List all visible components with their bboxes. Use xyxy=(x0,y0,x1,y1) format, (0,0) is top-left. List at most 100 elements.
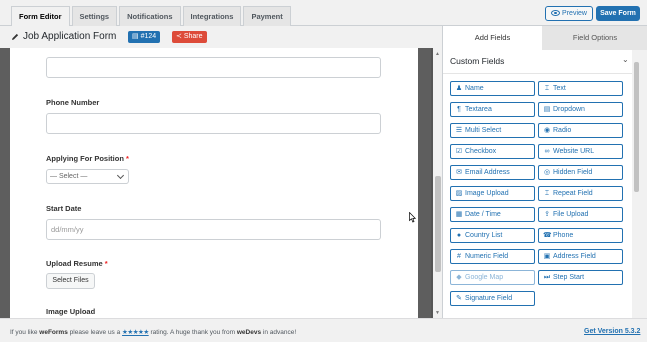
checkbox-icon: ☑ xyxy=(455,148,463,155)
map-marker-icon: ◆ xyxy=(456,274,462,281)
footer-prefix: If you like xyxy=(10,329,38,336)
position-select[interactable]: — Select — xyxy=(46,169,129,184)
pencil-icon[interactable] xyxy=(11,33,19,41)
panel-tabs: Add Fields Field Options xyxy=(443,26,647,50)
form-title[interactable]: Job Application Form xyxy=(23,31,116,42)
form-id-text: #124 xyxy=(140,33,157,40)
text-cursor-icon: ⌶ xyxy=(544,190,550,197)
footer-brand: weForms xyxy=(39,329,68,336)
start-date-label: Start Date xyxy=(46,204,82,213)
field-button-label: Radio xyxy=(553,127,572,134)
text-cursor-icon: ⌶ xyxy=(544,85,550,92)
field-button-country-list[interactable]: ● Country List xyxy=(450,228,535,243)
custom-fields-title[interactable]: Custom Fields xyxy=(450,56,504,66)
tab-notifications[interactable]: Notifications xyxy=(119,6,181,26)
field-button-address-field[interactable]: ▣ Address Field xyxy=(538,249,623,264)
dropdown-icon: ▤ xyxy=(543,106,551,113)
footer-team: weDevs xyxy=(236,329,262,336)
position-select-value: — Select — xyxy=(50,173,88,180)
scroll-up-arrow-icon[interactable]: ▲ xyxy=(435,51,440,57)
eye-slash-icon: ◎ xyxy=(543,169,551,176)
phone-number-input[interactable] xyxy=(46,113,381,134)
tab-integrations[interactable]: Integrations xyxy=(182,6,242,26)
save-form-button[interactable]: Save Form xyxy=(596,6,640,21)
calendar-icon: ▦ xyxy=(455,211,463,218)
field-button-numeric-field[interactable]: # Numeric Field xyxy=(450,249,535,264)
tab-payment[interactable]: Payment xyxy=(243,6,291,26)
field-button-google-map[interactable]: ◆ Google Map xyxy=(450,270,535,285)
field-button-label: Repeat Field xyxy=(553,190,593,197)
top-tabs-bar: Form Editor Settings Notifications Integ… xyxy=(0,0,647,27)
applying-position-label: Applying For Position * xyxy=(46,154,129,163)
field-button-signature-field[interactable]: ✎ Signature Field xyxy=(450,291,535,306)
scroll-down-arrow-icon[interactable]: ▼ xyxy=(435,310,440,316)
footer-middle: please leave us a xyxy=(69,329,121,336)
tab-field-options[interactable]: Field Options xyxy=(542,26,647,50)
user-icon: ♟ xyxy=(455,85,463,92)
start-date-input[interactable]: dd/mm/yy xyxy=(46,219,381,240)
panel-scrollbar-thumb[interactable] xyxy=(634,62,639,192)
editor-left-gutter xyxy=(0,48,10,318)
field-button-repeat-field[interactable]: ⌶ Repeat Field xyxy=(538,186,623,201)
field-button-date-time[interactable]: ▦ Date / Time xyxy=(450,207,535,222)
panel-divider xyxy=(443,73,632,74)
upload-icon: ⇪ xyxy=(544,211,550,218)
field-button-label: Textarea xyxy=(465,106,492,113)
field-button-multi-select[interactable]: ☰ Multi Select xyxy=(450,123,535,138)
phone-number-label: Phone Number xyxy=(46,98,100,107)
field-button-label: Hidden Field xyxy=(553,169,593,176)
admin-footer: If you like weForms please leave us a ★★… xyxy=(0,318,647,342)
form-id-badge[interactable]: ▤ #124 xyxy=(128,31,161,43)
field-button-label: Dropdown xyxy=(553,106,585,113)
field-button-label: Google Map xyxy=(465,274,504,281)
editor-scrollbar-thumb[interactable] xyxy=(435,176,441,272)
upload-resume-text: Upload Resume xyxy=(46,259,103,268)
field-button-label: Date / Time xyxy=(465,211,501,218)
field-button-hidden-field[interactable]: ◎ Hidden Field xyxy=(538,165,623,180)
footer-end: in advance! xyxy=(262,329,297,336)
field-button-radio[interactable]: ◉ Radio xyxy=(538,123,623,138)
footer-rating-text: If you like weForms please leave us a ★★… xyxy=(10,328,296,336)
field-button-email-address[interactable]: ✉ Email Address xyxy=(450,165,535,180)
field-button-text[interactable]: ⌶ Text xyxy=(538,81,623,96)
signature-icon: ✎ xyxy=(456,295,462,302)
link-icon: ∞ xyxy=(544,148,550,155)
field-button-name[interactable]: ♟ Name xyxy=(450,81,535,96)
select-files-button[interactable]: Select Files xyxy=(46,273,95,289)
field-button-website-url[interactable]: ∞ Website URL xyxy=(538,144,623,159)
step-icon: ⏭ xyxy=(543,274,551,281)
field-button-label: Country List xyxy=(465,232,503,239)
envelope-icon: ✉ xyxy=(456,169,462,176)
preview-button[interactable]: Preview xyxy=(545,6,593,21)
field-button-file-upload[interactable]: ⇪ File Upload xyxy=(538,207,623,222)
field-button-label: File Upload xyxy=(553,211,589,218)
editor-right-gutter xyxy=(418,48,431,318)
field-button-dropdown[interactable]: ▤ Dropdown xyxy=(538,102,623,117)
share-button[interactable]: ≺ Share xyxy=(172,31,207,43)
field-button-checkbox[interactable]: ☑ Checkbox xyxy=(450,144,535,159)
rating-stars-link[interactable]: ★★★★★ xyxy=(122,329,149,336)
form-editor-area: ▲ ▼ Phone Number Applying For Position *… xyxy=(0,48,442,318)
phone-icon: ☎ xyxy=(543,232,552,239)
globe-icon: ● xyxy=(456,232,462,239)
footer-suffix: rating. A huge thank you from xyxy=(150,329,236,336)
hash-icon: # xyxy=(457,253,461,260)
chevron-down-icon xyxy=(116,171,125,180)
field-button-label: Step Start xyxy=(553,274,585,281)
chevron-down-icon[interactable]: ⌄ xyxy=(622,55,629,64)
text-field-top[interactable] xyxy=(46,57,381,78)
tab-form-editor[interactable]: Form Editor xyxy=(11,6,70,27)
field-button-textarea[interactable]: ¶ Textarea xyxy=(450,102,535,117)
field-button-label: Image Upload xyxy=(465,190,509,197)
field-button-phone[interactable]: ☎Phone xyxy=(538,228,623,243)
field-button-step-start[interactable]: ⏭ Step Start xyxy=(538,270,623,285)
tab-settings[interactable]: Settings xyxy=(71,6,118,26)
image-upload-label: Image Upload xyxy=(46,307,96,316)
editor-tabs: Form Editor Settings Notifications Integ… xyxy=(11,6,291,27)
required-marker: * xyxy=(126,154,129,163)
list-icon: ☰ xyxy=(455,127,463,134)
field-button-image-upload[interactable]: ▨ Image Upload xyxy=(450,186,535,201)
field-button-label: Address Field xyxy=(553,253,596,260)
get-version-link[interactable]: Get Version 5.3.2 xyxy=(584,328,640,335)
tab-add-fields[interactable]: Add Fields xyxy=(443,26,542,50)
